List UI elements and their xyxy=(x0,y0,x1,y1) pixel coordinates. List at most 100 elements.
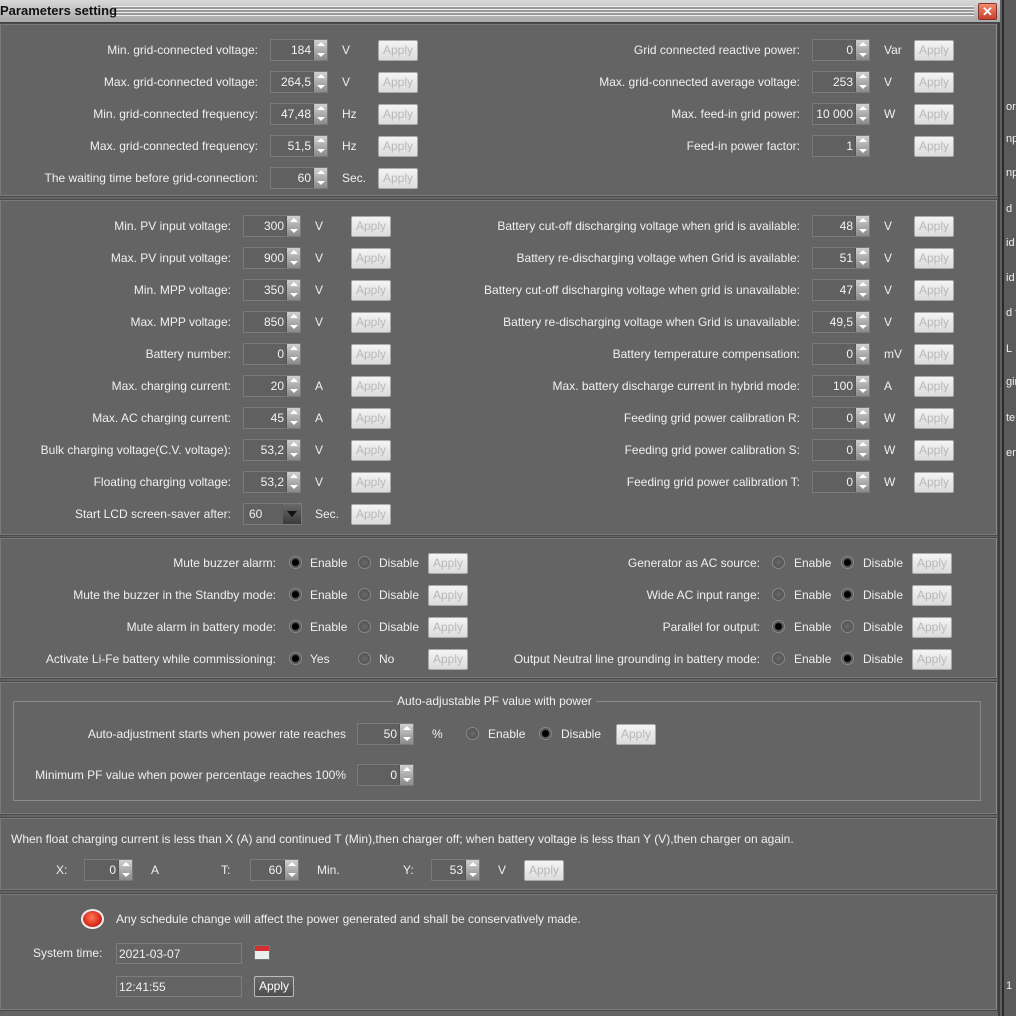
spinner[interactable]: 51,5 xyxy=(270,135,328,157)
radio-button[interactable] xyxy=(289,588,302,601)
spinner-arrows-icon[interactable] xyxy=(855,248,869,268)
spinner[interactable]: 0 xyxy=(243,343,301,365)
radio-button[interactable] xyxy=(358,588,371,601)
spinner-value[interactable]: 49,5 xyxy=(830,315,853,329)
spinner-value[interactable]: 10 000 xyxy=(816,107,853,121)
spinner-arrows-icon[interactable] xyxy=(855,104,869,124)
y-spinner[interactable]: 53 xyxy=(431,859,480,881)
spinner-arrows-icon[interactable] xyxy=(855,344,869,364)
spinner-value[interactable]: 900 xyxy=(264,251,284,265)
radio-button[interactable] xyxy=(841,588,854,601)
spinner-value[interactable]: 0 xyxy=(277,347,284,361)
radio-button[interactable] xyxy=(358,620,371,633)
radio-button[interactable] xyxy=(841,652,854,665)
spinner-arrows-icon[interactable] xyxy=(399,724,413,744)
apply-button[interactable]: Apply xyxy=(914,312,954,333)
spinner[interactable]: 0 xyxy=(357,764,414,786)
spinner-arrows-icon[interactable] xyxy=(286,472,300,492)
apply-button[interactable]: Apply xyxy=(428,585,468,606)
spinner-arrows-icon[interactable] xyxy=(399,765,413,785)
apply-button[interactable]: Apply xyxy=(351,280,391,301)
spinner[interactable]: 53,2 xyxy=(243,439,301,461)
apply-button[interactable]: Apply xyxy=(914,216,954,237)
spinner-arrows-icon[interactable] xyxy=(313,40,327,60)
spinner-value[interactable]: 0 xyxy=(390,768,397,782)
apply-button[interactable]: Apply xyxy=(914,376,954,397)
apply-button[interactable]: Apply xyxy=(351,440,391,461)
spinner-value[interactable]: 51,5 xyxy=(288,139,311,153)
spinner-arrows-icon[interactable] xyxy=(313,136,327,156)
spinner-value[interactable]: 45 xyxy=(271,411,284,425)
spinner-arrows-icon[interactable] xyxy=(855,376,869,396)
apply-button[interactable]: Apply xyxy=(914,136,954,157)
spinner[interactable]: 100 xyxy=(812,375,870,397)
apply-button[interactable]: Apply xyxy=(351,216,391,237)
apply-button[interactable]: Apply xyxy=(351,344,391,365)
spinner-arrows-icon[interactable] xyxy=(286,312,300,332)
spinner[interactable]: 0 xyxy=(812,439,870,461)
spinner-value[interactable]: 0 xyxy=(846,475,853,489)
apply-button[interactable]: Apply xyxy=(914,280,954,301)
spinner[interactable]: 300 xyxy=(243,215,301,237)
spinner-value[interactable]: 300 xyxy=(264,219,284,233)
apply-button[interactable]: Apply xyxy=(914,344,954,365)
radio-button[interactable] xyxy=(358,652,371,665)
spinner-arrows-icon[interactable] xyxy=(465,860,479,880)
apply-button[interactable]: Apply xyxy=(912,649,952,670)
spinner-value[interactable]: 0 xyxy=(846,443,853,457)
apply-button[interactable]: Apply xyxy=(428,649,468,670)
apply-button[interactable]: Apply xyxy=(914,408,954,429)
spinner-arrows-icon[interactable] xyxy=(118,860,132,880)
apply-button[interactable]: Apply xyxy=(351,248,391,269)
date-input[interactable]: 2021-03-07 xyxy=(116,943,242,964)
calendar-icon[interactable] xyxy=(254,945,270,960)
spinner[interactable]: 850 xyxy=(243,311,301,333)
spinner-value[interactable]: 253 xyxy=(833,75,853,89)
spinner[interactable]: 0 xyxy=(812,39,870,61)
spinner-arrows-icon[interactable] xyxy=(855,280,869,300)
spinner[interactable]: 350 xyxy=(243,279,301,301)
apply-button[interactable]: Apply xyxy=(254,976,294,997)
spinner[interactable]: 50 xyxy=(357,723,414,745)
spinner[interactable]: 900 xyxy=(243,247,301,269)
spinner-arrows-icon[interactable] xyxy=(855,40,869,60)
spinner[interactable]: 184 xyxy=(270,39,328,61)
time-input[interactable]: 12:41:55 xyxy=(116,976,242,997)
spinner-value[interactable]: 53,2 xyxy=(261,475,284,489)
apply-button[interactable]: Apply xyxy=(378,168,418,189)
spinner[interactable]: 264,5 xyxy=(270,71,328,93)
spinner-arrows-icon[interactable] xyxy=(286,440,300,460)
apply-button[interactable]: Apply xyxy=(351,504,391,525)
chevron-down-icon[interactable] xyxy=(283,504,301,524)
spinner-arrows-icon[interactable] xyxy=(313,168,327,188)
apply-button[interactable]: Apply xyxy=(378,40,418,61)
apply-button[interactable]: Apply xyxy=(912,585,952,606)
radio-button[interactable] xyxy=(841,556,854,569)
spinner-arrows-icon[interactable] xyxy=(286,280,300,300)
apply-button[interactable]: Apply xyxy=(914,72,954,93)
apply-button[interactable]: Apply xyxy=(378,72,418,93)
spinner[interactable]: 0 xyxy=(812,471,870,493)
radio-button[interactable] xyxy=(841,620,854,633)
spinner-arrows-icon[interactable] xyxy=(286,248,300,268)
radio-button[interactable] xyxy=(772,556,785,569)
spinner[interactable]: 48 xyxy=(812,215,870,237)
radio-button[interactable] xyxy=(466,727,479,740)
apply-button[interactable]: Apply xyxy=(912,553,952,574)
spinner-value[interactable]: 53 xyxy=(450,863,463,877)
radio-button[interactable] xyxy=(539,727,552,740)
spinner-arrows-icon[interactable] xyxy=(855,72,869,92)
spinner-arrows-icon[interactable] xyxy=(855,312,869,332)
spinner-value[interactable]: 48 xyxy=(840,219,853,233)
spinner-value[interactable]: 50 xyxy=(384,727,397,741)
spinner[interactable]: 253 xyxy=(812,71,870,93)
screensaver-dropdown[interactable]: 60 xyxy=(243,503,302,525)
spinner-value[interactable]: 20 xyxy=(271,379,284,393)
spinner-arrows-icon[interactable] xyxy=(286,408,300,428)
spinner[interactable]: 60 xyxy=(270,167,328,189)
spinner-value[interactable]: 350 xyxy=(264,283,284,297)
spinner[interactable]: 51 xyxy=(812,247,870,269)
apply-button[interactable]: Apply xyxy=(428,553,468,574)
spinner-arrows-icon[interactable] xyxy=(313,104,327,124)
apply-button[interactable]: Apply xyxy=(914,104,954,125)
